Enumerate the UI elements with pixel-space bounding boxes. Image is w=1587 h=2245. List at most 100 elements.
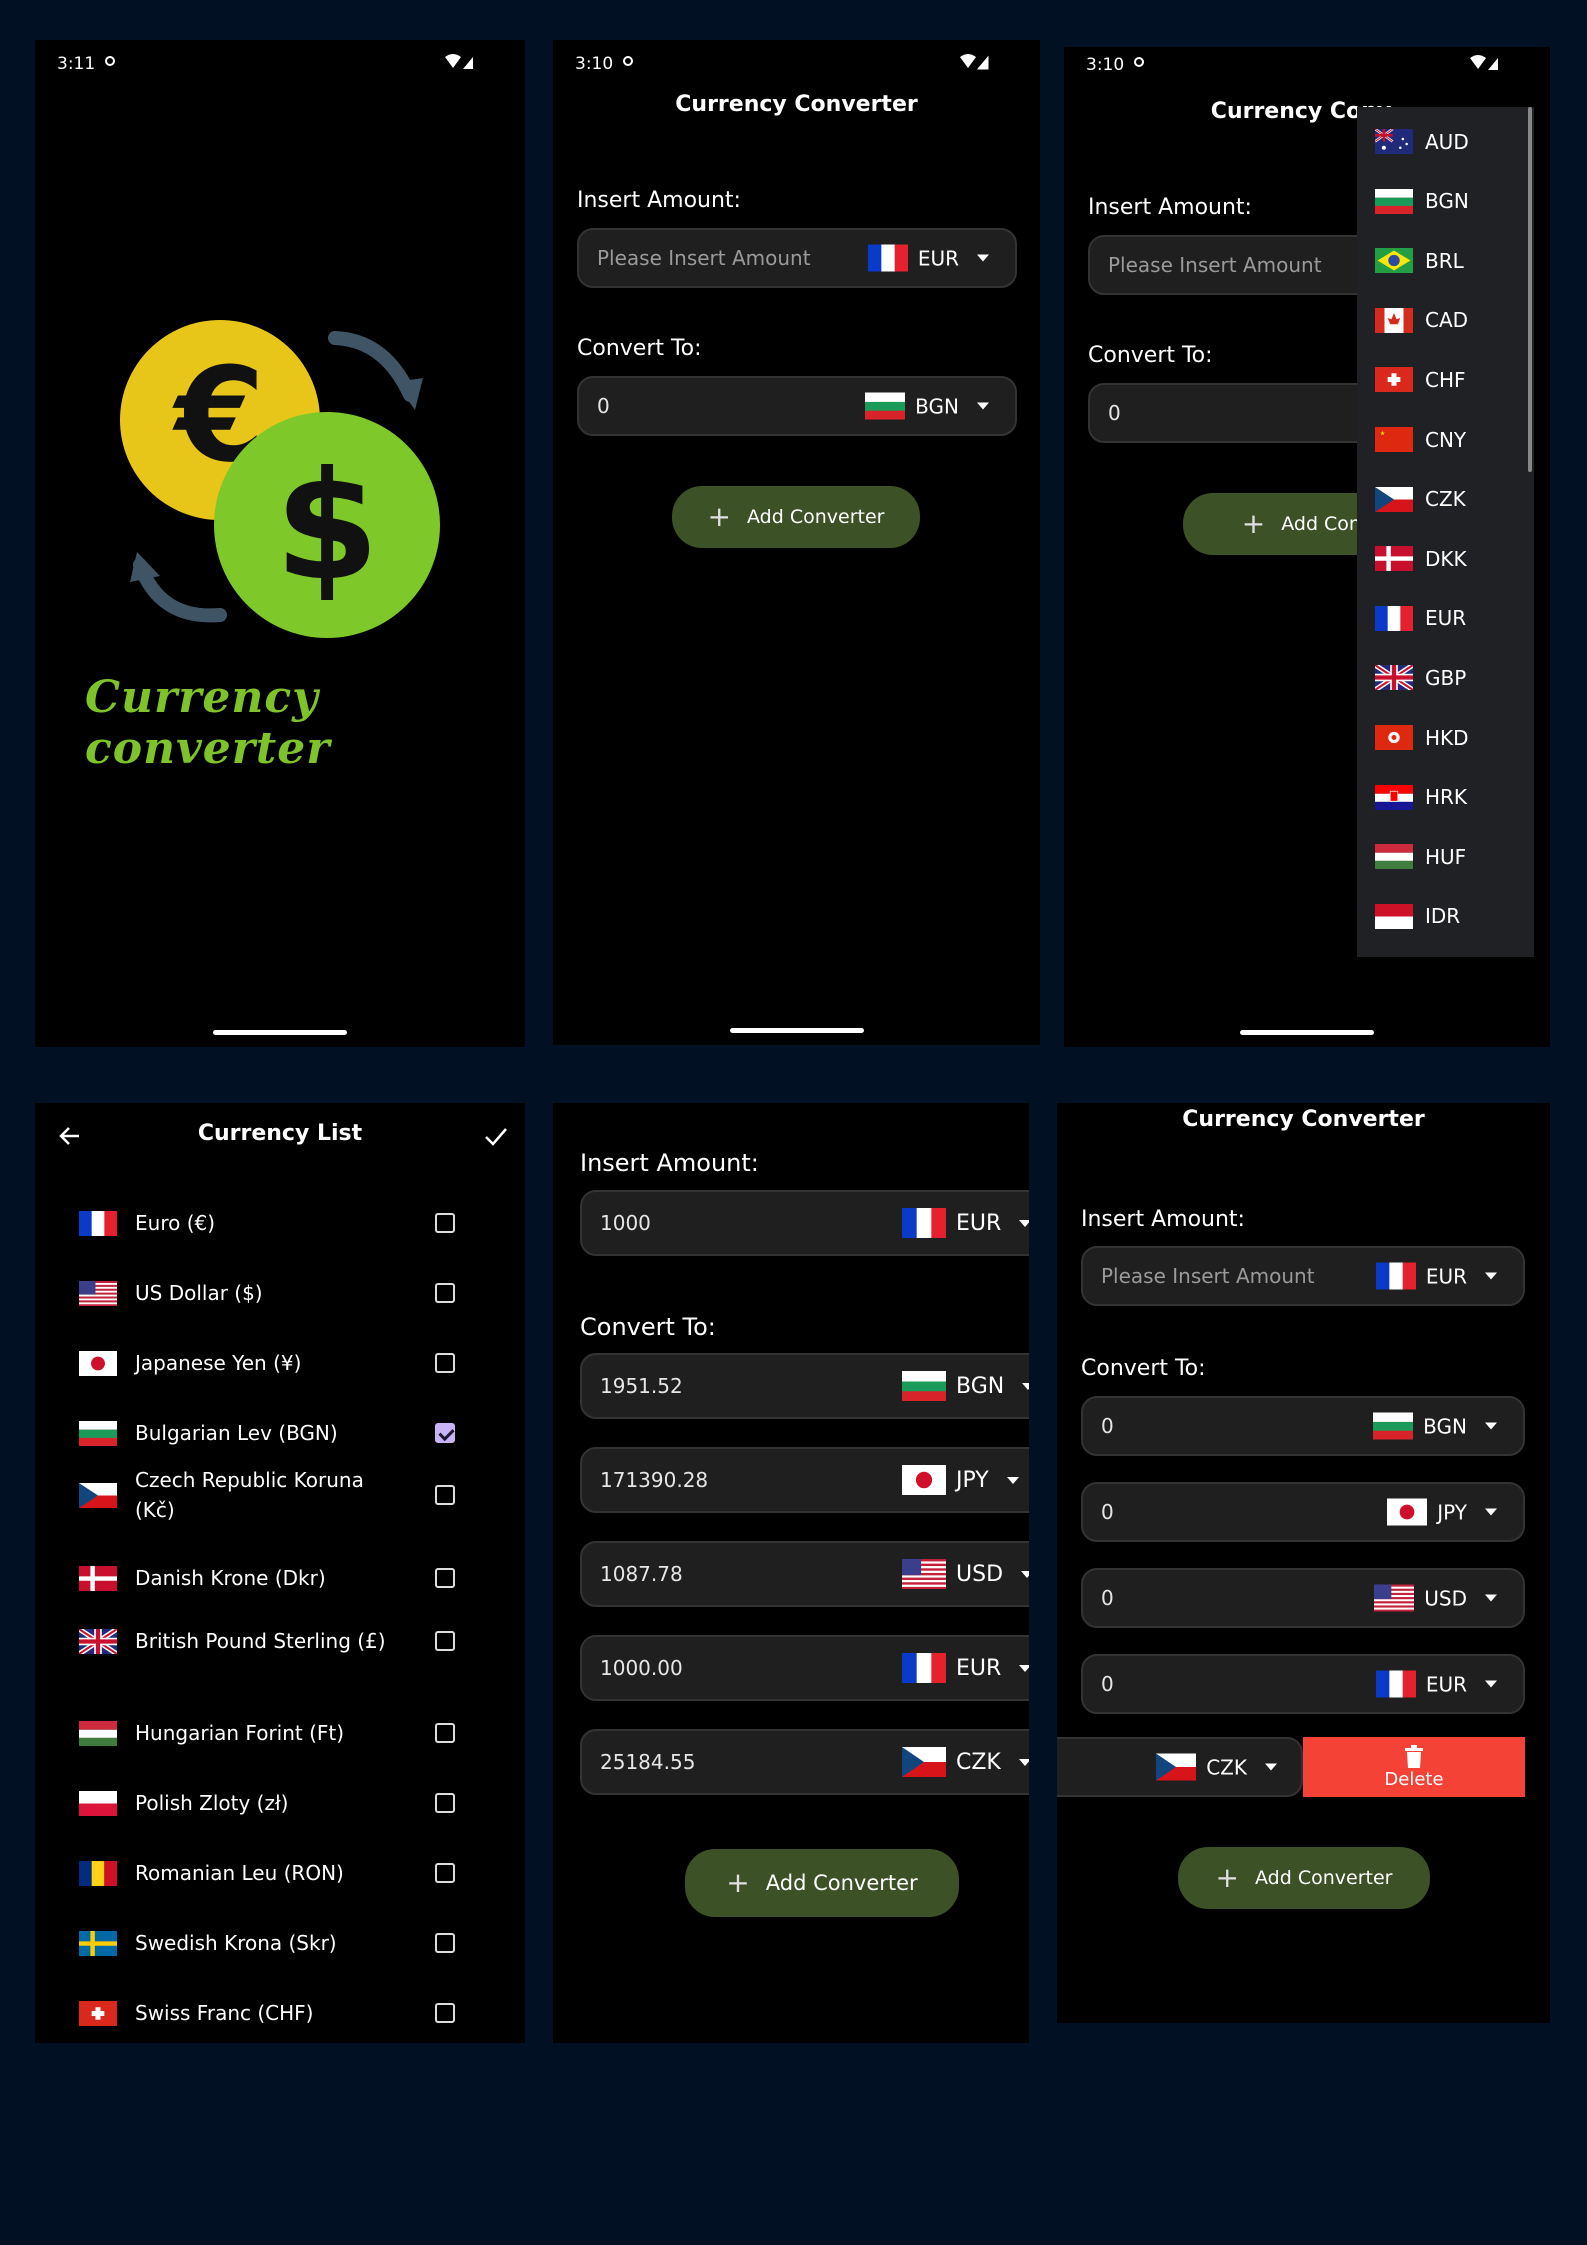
czech-flag-icon xyxy=(1156,1753,1197,1781)
dropdown-item-hkd[interactable]: HKD xyxy=(1375,725,1469,750)
chevron-down-icon xyxy=(1019,1219,1029,1227)
app-logo-text: Currency converter xyxy=(85,672,331,774)
switzerland-flag-icon xyxy=(79,2000,117,2026)
status-time: 3:11 xyxy=(57,54,96,74)
currency-checkbox[interactable] xyxy=(435,1631,455,1651)
converted-value-field[interactable]: 25184.55 CZK xyxy=(580,1729,1029,1795)
converted-value-field[interactable]: 0 USD xyxy=(1081,1568,1525,1628)
from-currency-select[interactable]: EUR xyxy=(902,1208,1029,1238)
converted-value-field[interactable]: 0 JPY xyxy=(1081,1482,1525,1542)
amount-input[interactable]: Please Insert Amount EUR xyxy=(1081,1246,1525,1306)
currency-list-item[interactable]: Polish Zloty (zł) xyxy=(79,1788,525,1818)
dropdown-scrollbar[interactable] xyxy=(1528,107,1532,472)
amount-placeholder: Please Insert Amount xyxy=(1101,1264,1315,1288)
dropdown-item-hrk[interactable]: HRK xyxy=(1375,784,1467,810)
to-currency-select[interactable]: BGN xyxy=(865,392,989,420)
uk-flag-icon xyxy=(79,1628,117,1654)
currency-code: EUR xyxy=(1425,1672,1467,1696)
currency-checkbox[interactable] xyxy=(435,1485,455,1505)
to-currency-select[interactable]: JPY xyxy=(1387,1498,1497,1526)
to-currency-select[interactable]: EUR xyxy=(1375,1670,1497,1698)
dropdown-item-cad[interactable]: CAD xyxy=(1375,307,1468,333)
converted-value-field[interactable]: 1951.52 BGN xyxy=(580,1353,1029,1419)
home-indicator[interactable] xyxy=(730,1028,864,1033)
currency-list-item[interactable]: US Dollar ($) xyxy=(79,1278,525,1308)
converted-value-field[interactable]: 1087.78 USD xyxy=(580,1541,1029,1607)
from-currency-select[interactable]: EUR xyxy=(867,244,989,272)
confirm-check-icon[interactable] xyxy=(483,1123,509,1149)
currency-name: Bulgarian Lev (BGN) xyxy=(135,1421,338,1445)
dropdown-item-idr[interactable]: IDR xyxy=(1375,903,1460,929)
currency-name: British Pound Sterling (£) xyxy=(135,1629,386,1653)
currency-checkbox[interactable] xyxy=(435,1863,455,1883)
add-converter-button[interactable]: + Add Converter xyxy=(1178,1847,1430,1909)
to-currency-select[interactable]: EUR xyxy=(902,1653,1029,1683)
dropdown-item-label: HKD xyxy=(1425,725,1469,750)
currency-list-screen: Currency List Euro (€) US Dollar ($) Japan… xyxy=(35,1103,525,2043)
app-logo: € $ xyxy=(120,320,440,638)
dropdown-item-cny[interactable]: CNY xyxy=(1375,427,1466,452)
currency-list-item[interactable]: Swedish Krona (Skr) xyxy=(79,1928,525,1958)
currency-checkbox[interactable] xyxy=(435,1568,455,1588)
converted-value-field[interactable]: 0 BGN xyxy=(1081,1396,1525,1456)
to-currency-select[interactable]: BGN xyxy=(1373,1412,1497,1440)
delete-button[interactable]: Delete xyxy=(1303,1737,1525,1797)
converted-value-field[interactable]: 1000.00 EUR xyxy=(580,1635,1029,1701)
dropdown-item-czk[interactable]: CZK xyxy=(1375,486,1466,512)
dropdown-item-dkk[interactable]: DKK xyxy=(1375,546,1467,572)
currency-list-item[interactable]: Hungarian Forint (Ft) xyxy=(79,1718,525,1748)
converted-value-field[interactable]: 0 BGN xyxy=(577,376,1017,436)
dropdown-item-eur[interactable]: EUR xyxy=(1375,605,1466,631)
chevron-down-icon xyxy=(1485,1422,1497,1430)
currency-dropdown-menu[interactable]: AUD BGN BRL CAD CHF CNY CZK DKK EUR GBP HKD HRK HUF I… xyxy=(1357,107,1534,957)
currency-list-item[interactable]: Japanese Yen (¥) xyxy=(79,1348,525,1378)
status-bar: 3:11 xyxy=(35,40,525,80)
currency-list-item[interactable]: British Pound Sterling (£) xyxy=(79,1626,525,1656)
add-converter-button[interactable]: + Add Converter xyxy=(672,486,920,548)
status-time: 3:10 xyxy=(575,54,614,74)
dropdown-item-bgn[interactable]: BGN xyxy=(1375,188,1469,214)
currency-list-item[interactable]: Swiss Franc (CHF) xyxy=(79,1998,525,2028)
currency-checkbox[interactable] xyxy=(435,1353,455,1373)
currency-checkbox[interactable] xyxy=(435,1283,455,1303)
splash-screen: 3:11 € $ Currency converter xyxy=(35,40,525,1047)
currency-list-item[interactable]: Romanian Leu (RON) xyxy=(79,1858,525,1888)
to-currency-select[interactable]: USD xyxy=(902,1559,1029,1589)
czech-flag-icon xyxy=(902,1747,946,1777)
currency-checkbox[interactable] xyxy=(435,1933,455,1953)
currency-list-item[interactable]: Euro (€) xyxy=(79,1208,525,1238)
to-currency-select[interactable]: JPY xyxy=(902,1465,1019,1495)
converted-value-field[interactable]: 0 EUR xyxy=(1081,1654,1525,1714)
converted-value-field[interactable]: 171390.28 JPY xyxy=(580,1447,1029,1513)
to-currency-select[interactable]: CZK xyxy=(1156,1753,1277,1781)
currency-checkbox[interactable] xyxy=(435,1423,455,1443)
currency-checkbox[interactable] xyxy=(435,1723,455,1743)
currency-code: EUR xyxy=(956,1655,1002,1681)
dropdown-item-chf[interactable]: CHF xyxy=(1375,367,1466,393)
to-currency-select[interactable]: BGN xyxy=(902,1371,1029,1401)
page-title: Currency List xyxy=(197,1121,363,1146)
amount-input[interactable]: Please Insert Amount EUR xyxy=(577,228,1017,288)
currency-checkbox[interactable] xyxy=(435,1793,455,1813)
dropdown-item-label: BRL xyxy=(1425,248,1464,273)
to-currency-select[interactable]: USD xyxy=(1374,1584,1497,1612)
currency-checkbox[interactable] xyxy=(435,1213,455,1233)
currency-list-item[interactable]: Czech Republic Koruna (Kč) xyxy=(79,1465,525,1525)
switzerland-flag-icon xyxy=(1375,367,1413,393)
dropdown-item-aud[interactable]: AUD xyxy=(1375,129,1469,154)
add-converter-button[interactable]: + Add Converter xyxy=(685,1849,959,1917)
home-indicator[interactable] xyxy=(213,1030,347,1035)
amount-input[interactable]: 1000 EUR xyxy=(580,1190,1029,1256)
currency-list-item[interactable]: Danish Krone (Dkr) xyxy=(79,1563,525,1593)
home-indicator[interactable] xyxy=(1240,1030,1374,1035)
to-currency-select[interactable]: CZK xyxy=(902,1747,1029,1777)
dropdown-item-huf[interactable]: HUF xyxy=(1375,844,1466,870)
currency-list-item[interactable]: Bulgarian Lev (BGN) xyxy=(79,1418,525,1448)
dropdown-item-brl[interactable]: BRL xyxy=(1375,248,1464,274)
dropdown-item-label: CNY xyxy=(1425,427,1467,452)
swiped-converter-row[interactable]: CZK xyxy=(1057,1737,1303,1797)
currency-checkbox[interactable] xyxy=(435,2003,455,2023)
from-currency-select[interactable]: EUR xyxy=(1375,1262,1497,1290)
dropdown-item-gbp[interactable]: GBP xyxy=(1375,665,1466,691)
japan-flag-icon xyxy=(902,1465,946,1495)
